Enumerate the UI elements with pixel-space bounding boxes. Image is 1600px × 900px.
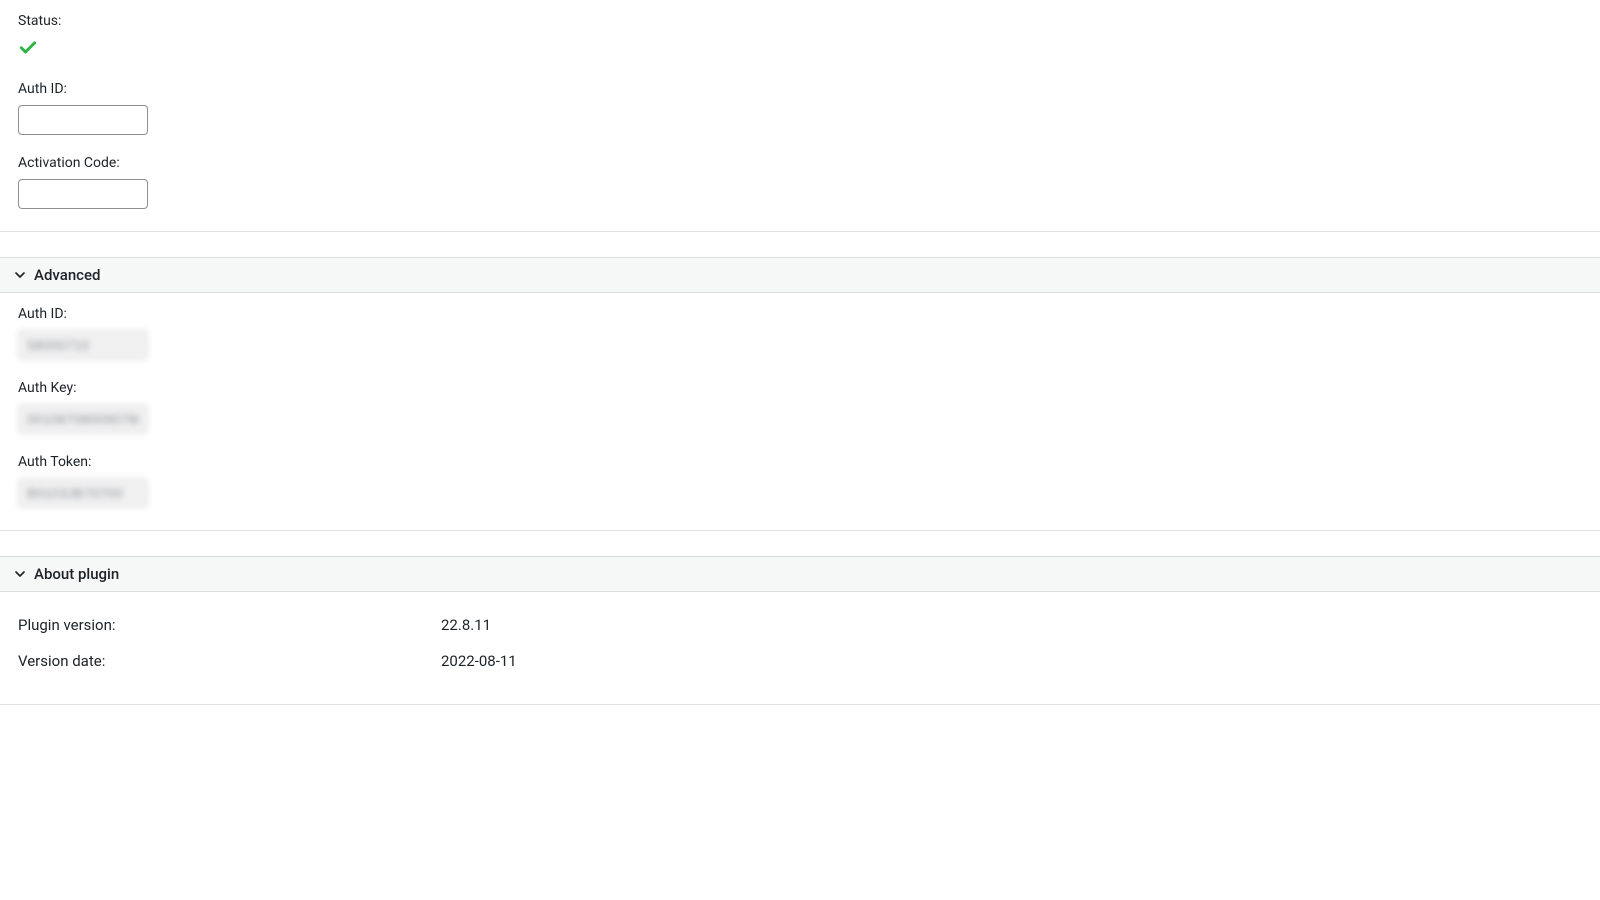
version-date-value: 2022-08-11 [441, 652, 517, 670]
version-date-row: Version date: 2022-08-11 [18, 643, 1582, 679]
advanced-auth-key-input [18, 404, 148, 434]
chevron-down-icon [12, 566, 28, 582]
bottom-divider [0, 704, 1600, 705]
advanced-auth-token-input [18, 478, 148, 508]
about-section-header[interactable]: About plugin [0, 556, 1600, 592]
activation-code-input[interactable] [18, 179, 148, 209]
top-settings-section: Status: Auth ID: Activation Code: [0, 0, 1600, 231]
activation-code-row: Activation Code: [18, 155, 1582, 209]
status-label: Status: [18, 13, 1582, 29]
activation-code-label: Activation Code: [18, 155, 1582, 171]
divider [0, 530, 1600, 531]
plugin-version-value: 22.8.11 [441, 616, 491, 634]
advanced-auth-key-label: Auth Key: [18, 380, 1582, 396]
advanced-auth-token-row: Auth Token: [18, 454, 1582, 508]
advanced-auth-id-label: Auth ID: [18, 306, 1582, 322]
about-section-content: Plugin version: 22.8.11 Version date: 20… [0, 592, 1600, 694]
advanced-section-content: Auth ID: Auth Key: Auth Token: [0, 293, 1600, 530]
advanced-auth-key-row: Auth Key: [18, 380, 1582, 434]
auth-id-input[interactable] [18, 105, 148, 135]
divider [0, 231, 1600, 232]
advanced-auth-id-row: Auth ID: [18, 306, 1582, 360]
check-icon [18, 37, 38, 57]
advanced-section-title: Advanced [34, 266, 100, 284]
advanced-auth-token-label: Auth Token: [18, 454, 1582, 470]
plugin-version-row: Plugin version: 22.8.11 [18, 607, 1582, 643]
about-section-title: About plugin [34, 565, 119, 583]
version-date-label: Version date: [18, 652, 441, 670]
advanced-auth-id-input [18, 330, 148, 360]
plugin-version-label: Plugin version: [18, 616, 441, 634]
auth-id-row: Auth ID: [18, 81, 1582, 135]
chevron-down-icon [12, 267, 28, 283]
auth-id-label: Auth ID: [18, 81, 1582, 97]
status-row: Status: [18, 13, 1582, 61]
advanced-section-header[interactable]: Advanced [0, 257, 1600, 293]
